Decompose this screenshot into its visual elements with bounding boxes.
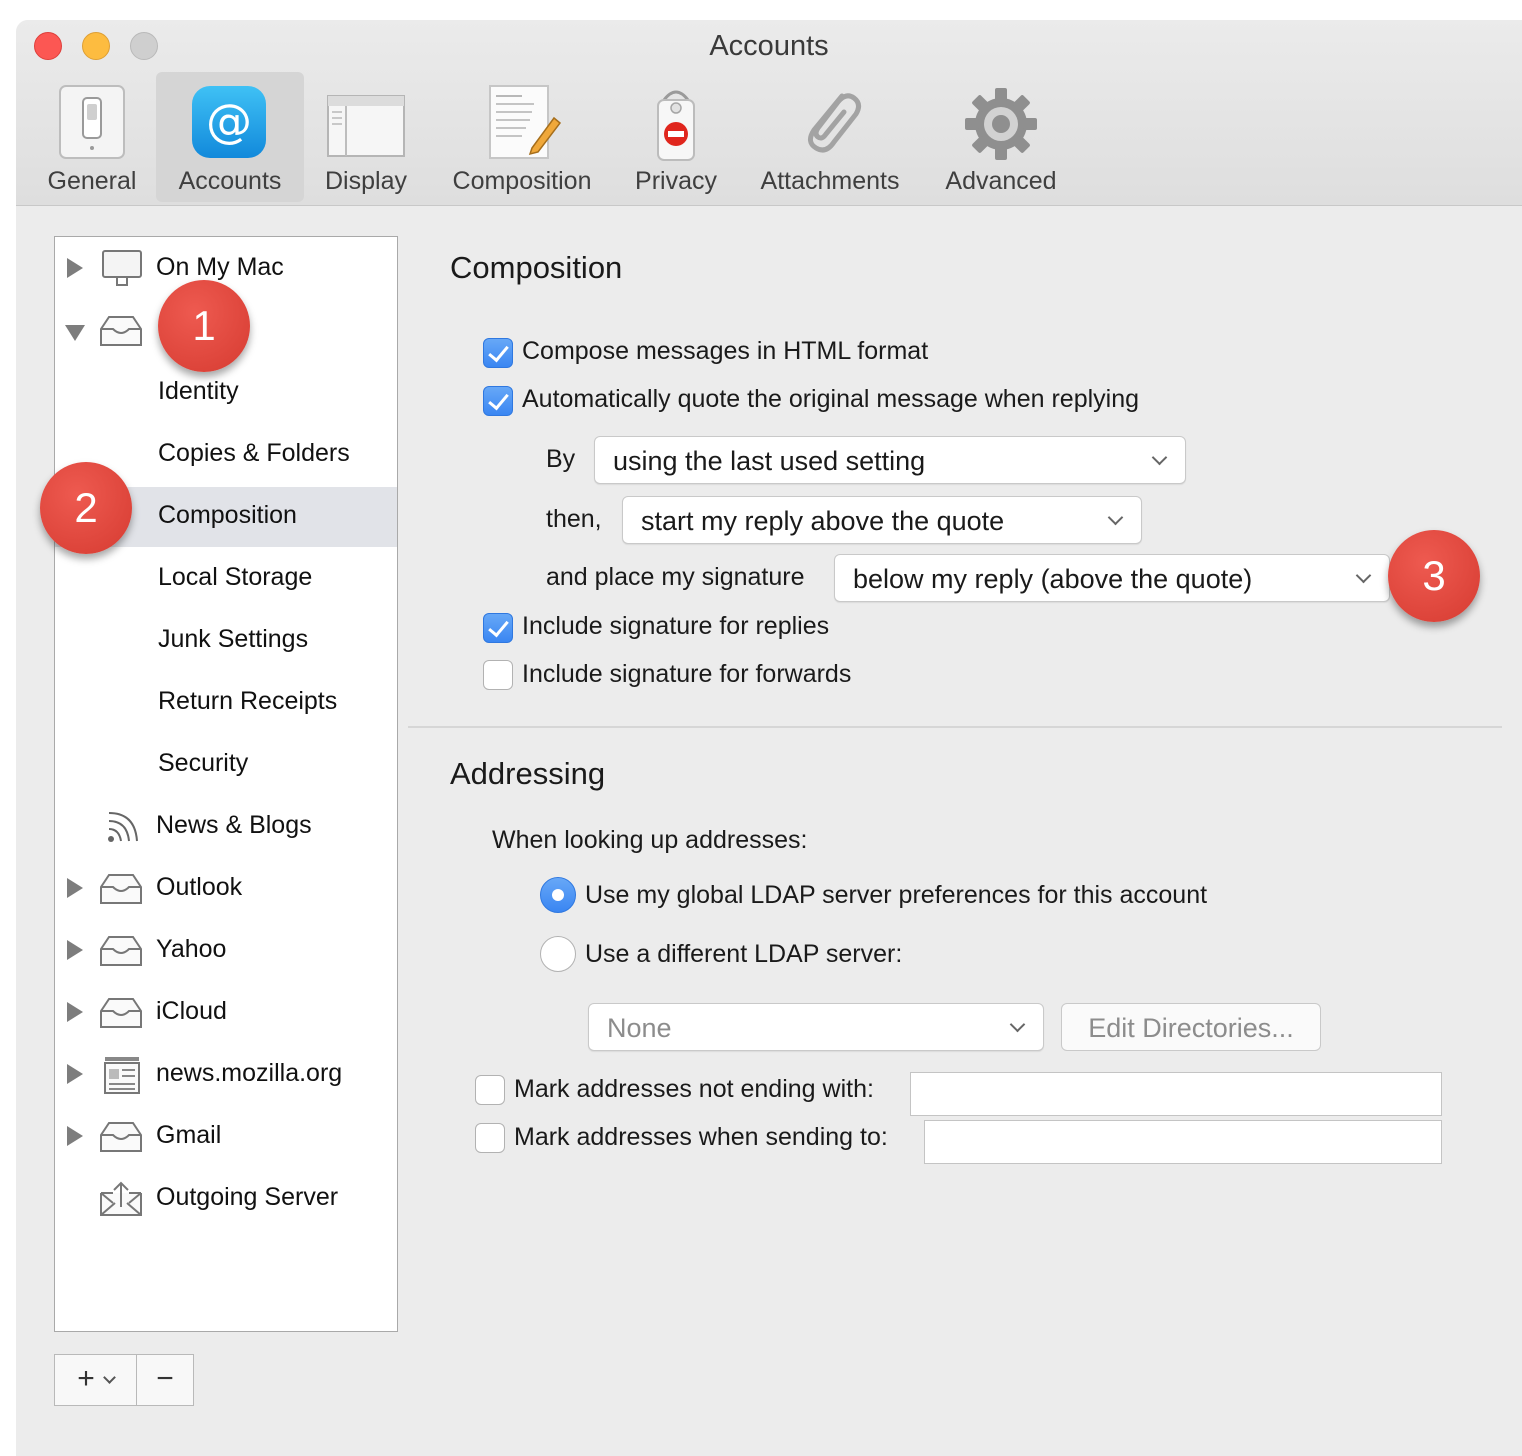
auto-quote-label: Automatically quote the original message… — [522, 385, 1140, 413]
signature-placement-label: and place my signature — [546, 563, 805, 591]
html-format-checkbox[interactable] — [483, 338, 513, 368]
gear-icon — [965, 88, 1037, 160]
toolbar-advanced[interactable]: Advanced — [934, 72, 1068, 202]
by-label: By — [546, 445, 576, 473]
tree-item-security[interactable]: Security — [55, 735, 397, 795]
tree-item-yahoo[interactable]: Yahoo — [55, 921, 397, 981]
inbox-tray-icon — [100, 936, 142, 966]
mark-not-ending-input[interactable] — [910, 1072, 1442, 1116]
chevron-down-icon — [102, 1371, 116, 1384]
mark-sending-label: Mark addresses when sending to: — [514, 1123, 888, 1151]
disclosure-triangle-icon[interactable] — [67, 1002, 83, 1022]
tree-item-icloud[interactable]: iCloud — [55, 983, 397, 1043]
sig-forwards-label: Include signature for forwards — [522, 660, 852, 688]
paperclip-icon — [808, 93, 862, 153]
newspaper-icon — [104, 1057, 140, 1094]
toolbar-composition[interactable]: Composition — [440, 72, 604, 202]
mark-not-ending-checkbox[interactable] — [475, 1075, 505, 1105]
disclosure-triangle-icon[interactable] — [67, 1126, 83, 1146]
sig-replies-label: Include signature for replies — [522, 612, 830, 640]
tree-item-identity[interactable]: Identity — [55, 363, 397, 423]
sig-forwards-checkbox[interactable] — [483, 660, 513, 690]
ldap-server-select[interactable]: None — [588, 1003, 1044, 1051]
inbox-tray-icon — [100, 316, 142, 346]
disclosure-triangle-icon[interactable] — [65, 325, 85, 341]
disclosure-triangle-icon[interactable] — [67, 1064, 83, 1084]
chevron-down-icon — [1107, 509, 1124, 526]
disclosure-triangle-icon[interactable] — [67, 878, 83, 898]
do-not-disturb-tag-icon — [657, 90, 695, 161]
window-title: Accounts — [709, 30, 829, 62]
tree-item-return-receipts[interactable]: Return Receipts — [55, 673, 397, 733]
account-tree[interactable]: On My Mac Identity Copies & Folders Comp… — [54, 236, 398, 1332]
inbox-tray-icon — [100, 874, 142, 904]
outgoing-envelope-icon — [100, 1181, 142, 1216]
sig-replies-checkbox[interactable] — [483, 613, 513, 643]
mark-sending-checkbox[interactable] — [475, 1123, 505, 1153]
auto-quote-checkbox[interactable] — [483, 386, 513, 416]
chevron-down-icon — [1151, 449, 1168, 466]
remove-account-button[interactable]: − — [137, 1355, 193, 1405]
titlebar: Accounts General @ Accounts Display Comp… — [16, 20, 1522, 206]
signature-position-select[interactable]: below my reply (above the quote) — [834, 554, 1390, 602]
addressing-section-title: Addressing — [450, 756, 606, 791]
at-sign-icon: @ — [192, 86, 266, 158]
toolbar-general[interactable]: General — [38, 72, 146, 202]
tree-item-local-storage[interactable]: Local Storage — [55, 549, 397, 609]
different-ldap-label: Use a different LDAP server: — [585, 940, 903, 968]
window-icon — [327, 95, 405, 157]
toolbar-privacy[interactable]: Privacy — [626, 72, 726, 202]
reply-position-select[interactable]: start my reply above the quote — [622, 496, 1142, 544]
mark-sending-input[interactable] — [924, 1120, 1442, 1164]
html-format-label: Compose messages in HTML format — [522, 337, 929, 365]
mark-not-ending-label: Mark addresses not ending with: — [514, 1075, 874, 1103]
disclosure-triangle-icon[interactable] — [67, 258, 83, 278]
different-ldap-radio[interactable] — [540, 936, 576, 972]
lookup-label: When looking up addresses: — [492, 826, 808, 854]
callout-badge-3: 3 — [1388, 530, 1480, 622]
tree-item-junk-settings[interactable]: Junk Settings — [55, 611, 397, 671]
inbox-tray-icon — [100, 998, 142, 1028]
toolbar-accounts[interactable]: @ Accounts — [156, 72, 304, 202]
quote-mode-select[interactable]: using the last used setting — [594, 436, 1186, 484]
tree-item-gmail[interactable]: Gmail — [55, 1107, 397, 1167]
callout-badge-1: 1 — [158, 280, 250, 372]
section-divider — [408, 726, 1502, 728]
global-ldap-label: Use my global LDAP server preferences fo… — [585, 881, 1208, 909]
then-label: then, — [546, 505, 602, 533]
tree-item-news-blogs[interactable]: News & Blogs — [55, 797, 397, 857]
add-account-button[interactable]: + — [55, 1355, 137, 1405]
callout-badge-2: 2 — [40, 462, 132, 554]
tree-item-outgoing-server[interactable]: Outgoing Server — [55, 1169, 397, 1229]
toolbar-display[interactable]: Display — [316, 72, 416, 202]
switch-icon — [59, 85, 125, 159]
account-actions: + − — [54, 1354, 194, 1406]
composition-section-title: Composition — [450, 250, 623, 285]
svg-text:@: @ — [206, 94, 252, 148]
inbox-tray-icon — [100, 1122, 142, 1152]
rss-icon — [108, 812, 138, 842]
chevron-down-icon — [1009, 1016, 1026, 1033]
global-ldap-radio[interactable] — [540, 877, 576, 913]
chevron-down-icon — [1355, 567, 1372, 584]
disclosure-triangle-icon[interactable] — [67, 940, 83, 960]
preferences-window: Accounts General @ Accounts Display Comp… — [16, 20, 1522, 1456]
tree-item-outlook[interactable]: Outlook — [55, 859, 397, 919]
edit-directories-button[interactable]: Edit Directories... — [1061, 1003, 1321, 1051]
tree-item-news-mozilla[interactable]: news.mozilla.org — [55, 1045, 397, 1105]
toolbar-attachments[interactable]: Attachments — [752, 72, 908, 202]
letter-pencil-icon — [489, 85, 562, 159]
computer-icon — [102, 250, 142, 286]
